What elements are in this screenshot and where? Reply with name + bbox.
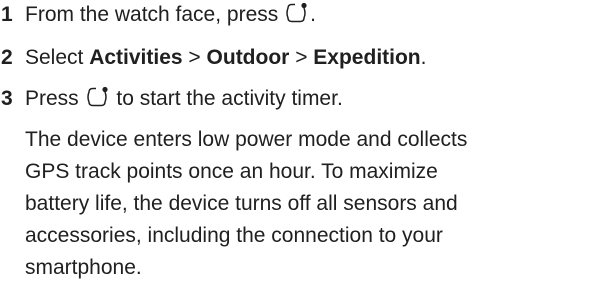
step-text-end: . (310, 3, 316, 26)
step-text: Select (25, 46, 90, 69)
watch-start-stop-button-icon (85, 86, 111, 108)
description-line: smartphone. (25, 256, 142, 279)
step-text: Press (25, 87, 79, 110)
description-line: The device enters low power mode and col… (25, 128, 468, 151)
description-line: GPS track points once an hour. To maximi… (25, 160, 438, 183)
step-number: 3 (1, 87, 13, 110)
menu-separator: > (295, 46, 308, 69)
step-2: 2 Select Activities > Outdoor > Expeditio… (0, 45, 426, 71)
step-3-description: The device enters low power mode and col… (25, 124, 603, 284)
menu-item-activities: Activities (89, 46, 183, 69)
watch-start-stop-button-icon (284, 2, 310, 24)
step-1: 1 From the watch face, press . (0, 2, 316, 28)
step-3: 3 Press to start the activity timer. (0, 86, 343, 112)
instruction-page: 1 From the watch face, press . 2 Select Ac… (0, 0, 603, 284)
menu-item-expedition: Expedition (313, 46, 421, 69)
description-line: accessories, including the connection to… (25, 224, 443, 247)
step-text-end: . (420, 46, 427, 69)
menu-separator: > (188, 46, 201, 69)
step-number: 2 (1, 46, 13, 69)
step-text-end: to start the activity timer. (116, 87, 343, 110)
step-number: 1 (1, 3, 13, 26)
description-line: battery life, the device turns off all s… (25, 192, 458, 215)
menu-item-outdoor: Outdoor (206, 46, 290, 69)
step-text: From the watch face, press (25, 3, 279, 26)
